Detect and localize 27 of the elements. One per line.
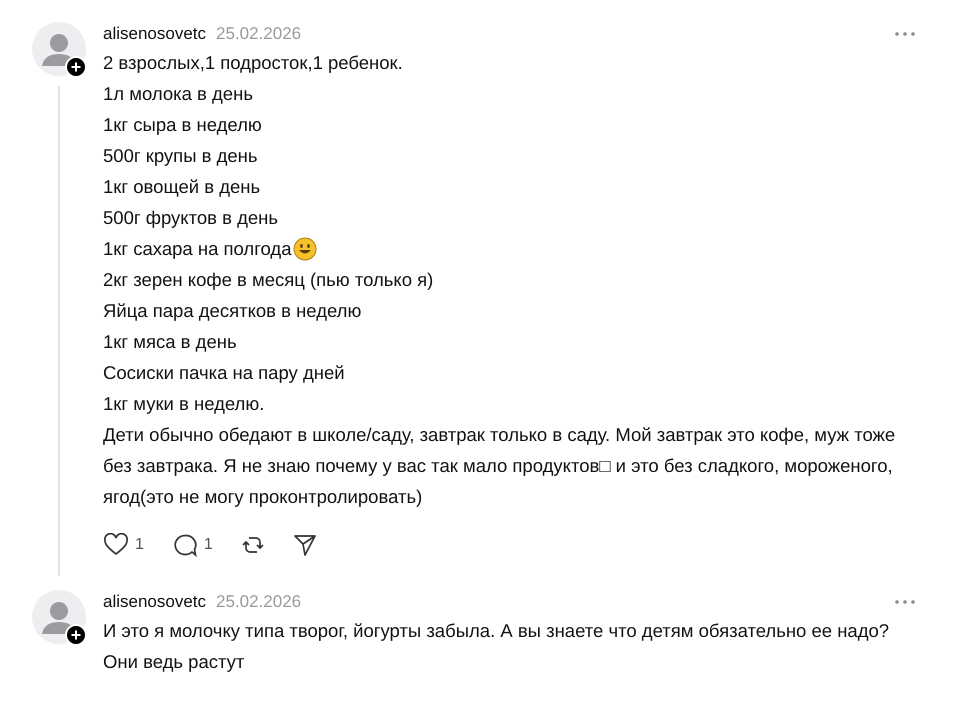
reply-count: 1 <box>204 536 213 554</box>
comment-text: 2 взрослых,1 подросток,1 ребенок. <box>103 51 403 75</box>
comment-text: Яйца пара десятков в неделю <box>103 299 362 323</box>
comment-text: И это я молочку типа творог, йогурты забыла. А вы знаете что детям обязательно ее надо? Они ведь растут <box>103 619 890 674</box>
comment-text: 1кг сахара на полгода <box>103 237 292 261</box>
username[interactable]: alisenosovetc <box>103 22 206 46</box>
heart-icon[interactable] <box>103 533 129 557</box>
comment-text: Дети обычно обедают в школе/саду, завтрак только в саду. Мой завтрак это кофе, муж тоже без завтрака. Я не знаю почему у вас так мало продуктов□ и это без сладкого, мороженого, ягод(это не могу проконтролировать) <box>103 423 896 509</box>
comment-text: 1кг сыра в неделю <box>103 113 262 137</box>
comment-text: 1кг овощей в день <box>103 175 260 199</box>
username[interactable]: alisenosovetc <box>103 590 206 614</box>
comment-text: 500г фруктов в день <box>103 206 278 230</box>
send-icon[interactable] <box>292 533 317 557</box>
comment-text: Сосиски пачка на пару дней <box>103 361 345 385</box>
comment-date: 25.02.2026 <box>216 592 302 612</box>
more-options-icon[interactable] <box>895 32 915 36</box>
comment-text: 1кг муки в неделю. <box>103 392 264 416</box>
follow-plus-icon[interactable] <box>65 624 87 646</box>
speech-bubble-icon[interactable] <box>172 533 198 557</box>
comment-text: 500г крупы в день <box>103 144 258 168</box>
comment-date: 25.02.2026 <box>216 24 302 44</box>
like-count: 1 <box>135 536 144 554</box>
comment-text: 1кг мяса в день <box>103 330 237 354</box>
comment-text: 1л молока в день <box>103 82 253 106</box>
comment-text: 2кг зерен кофе в месяц (пью только я) <box>103 268 434 292</box>
more-options-icon[interactable] <box>895 600 915 604</box>
follow-plus-icon[interactable] <box>65 56 87 78</box>
